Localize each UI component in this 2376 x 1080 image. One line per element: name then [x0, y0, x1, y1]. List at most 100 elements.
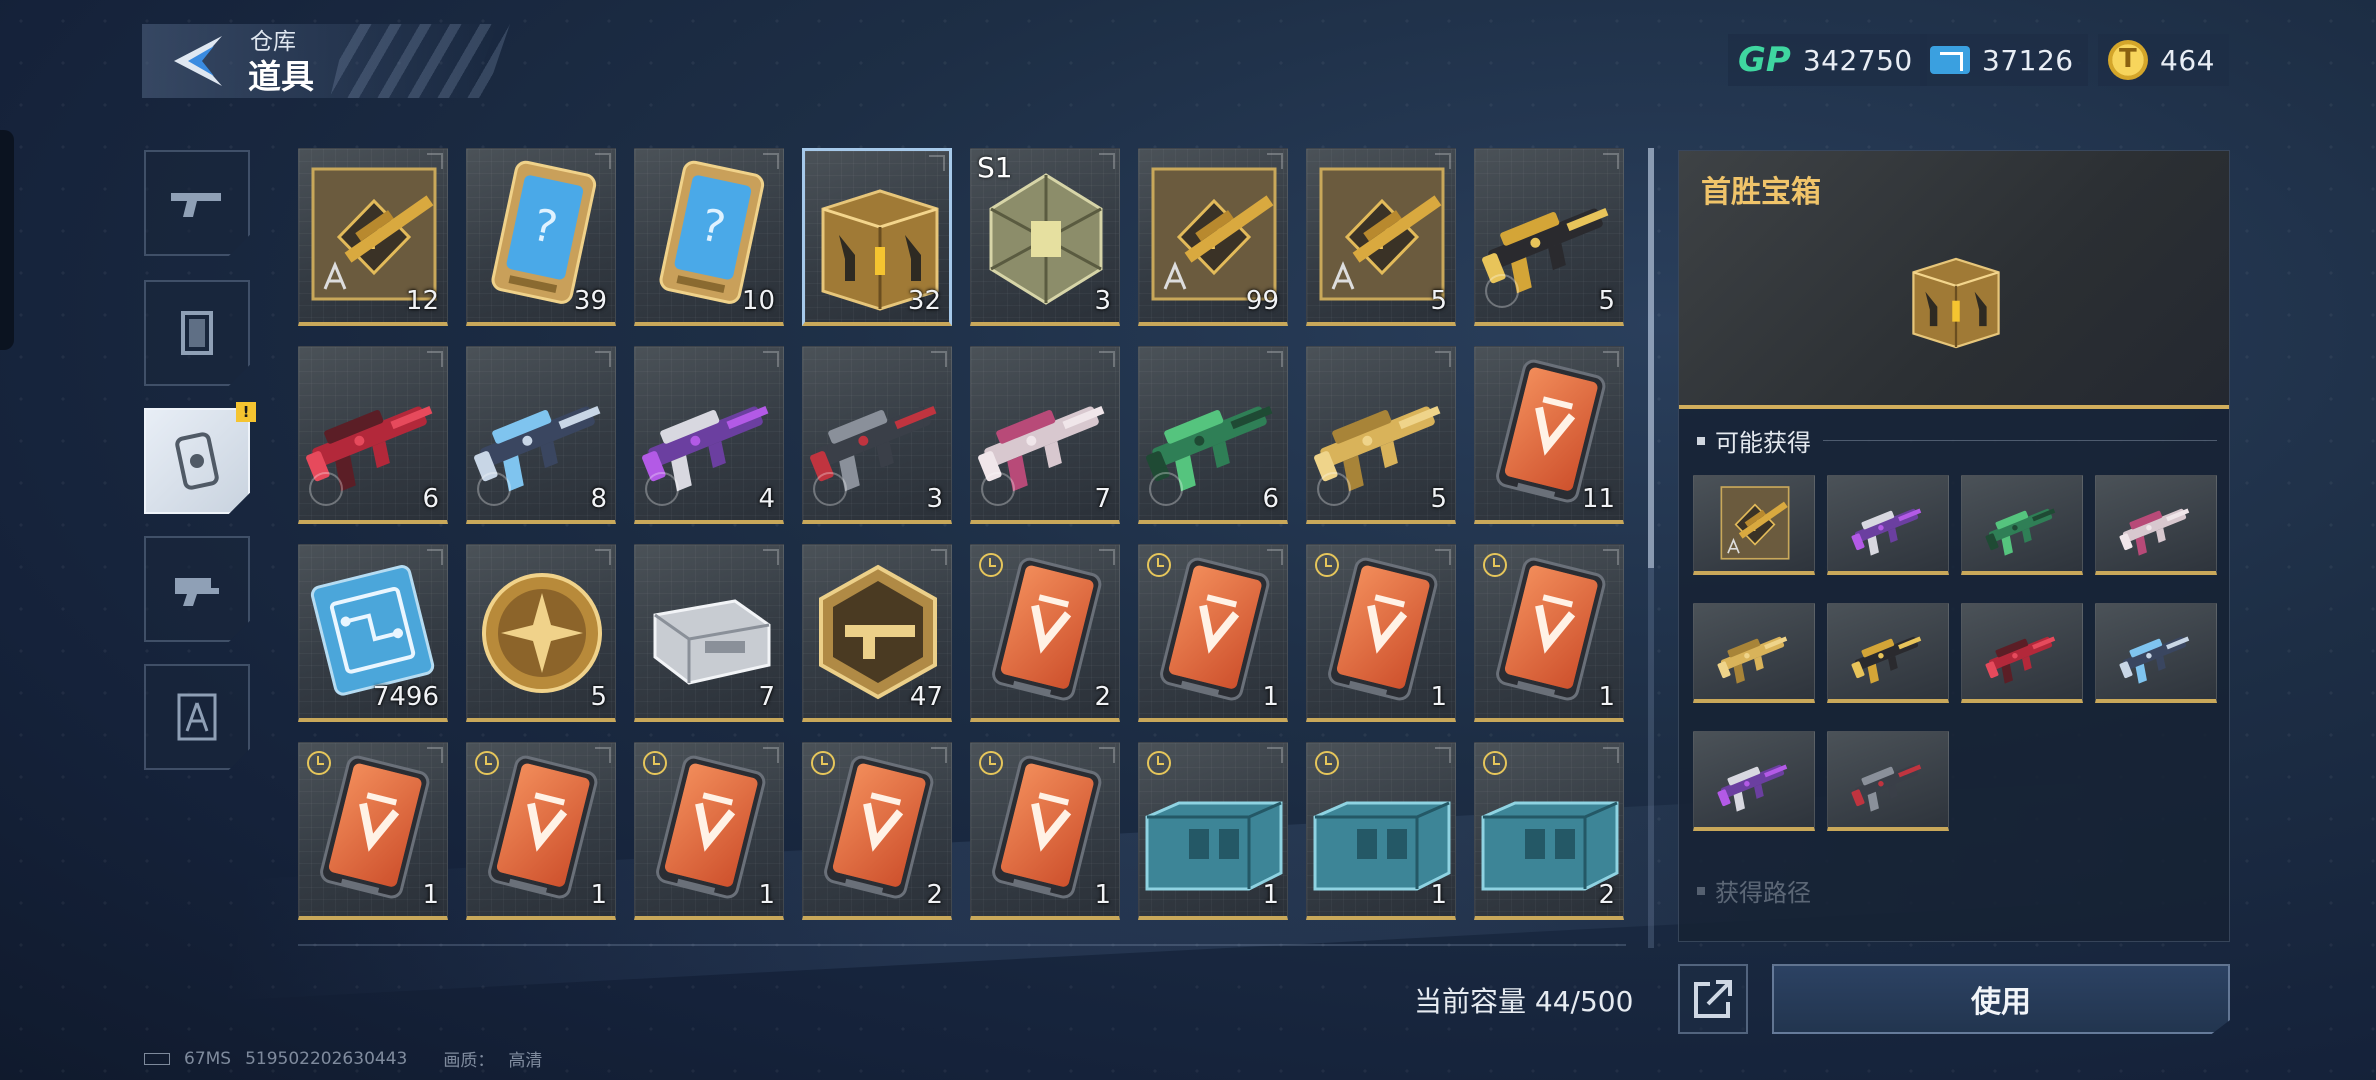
time-limit-icon [1317, 472, 1351, 506]
rifle-green-image [1962, 476, 2082, 571]
item-count: 6 [422, 484, 439, 514]
item-slot[interactable]: 1 [970, 742, 1120, 920]
item-grid-viewport[interactable]: ? 12 ? 39 ? 10 32 S13 [298, 148, 1628, 930]
item-count: 5 [1430, 484, 1447, 514]
item-slot[interactable]: ? 99 [1138, 148, 1288, 326]
source-heading: 获得路径 [1697, 873, 1811, 908]
reward-slot[interactable] [1827, 731, 1949, 831]
item-count: 2 [1598, 880, 1615, 910]
item-slot[interactable]: 2 [970, 544, 1120, 722]
reward-slot[interactable] [1961, 603, 2083, 703]
item-slot[interactable]: 6 [298, 346, 448, 524]
gun-icon [171, 193, 221, 217]
reward-slot[interactable] [1693, 603, 1815, 703]
clock-icon [475, 751, 499, 775]
capacity-text: 当前容量 44/500 [1414, 985, 1634, 1018]
category-tab-weapons[interactable] [144, 150, 250, 256]
clock-icon [643, 751, 667, 775]
item-count: 1 [1598, 682, 1615, 712]
currency-ticket-value: 37126 [1982, 43, 2074, 77]
rewards-heading-label: 可能获得 [1715, 429, 1811, 457]
blueprint-icon [177, 693, 217, 741]
item-slot[interactable]: 7 [634, 544, 784, 722]
item-count: 1 [1262, 682, 1279, 712]
item-slot[interactable]: 7496 [298, 544, 448, 722]
external-link-icon [1694, 980, 1732, 1018]
item-slot[interactable]: 2 [1474, 742, 1624, 920]
currency-ticket[interactable]: 37126 [1920, 34, 2088, 86]
item-slot[interactable]: 5 [1306, 346, 1456, 524]
item-count: 99 [1245, 286, 1279, 316]
reward-slot[interactable] [1693, 731, 1815, 831]
item-slot[interactable]: 4 [634, 346, 784, 524]
reward-slot[interactable] [1827, 603, 1949, 703]
blueprint-crate-image: ? [1694, 476, 1814, 571]
clock-icon [307, 751, 331, 775]
back-button[interactable] [170, 34, 228, 88]
scrollbar-thumb[interactable] [1648, 148, 1654, 568]
item-count: 7 [1094, 484, 1111, 514]
item-slot[interactable]: 11 [1474, 346, 1624, 524]
time-limit-icon [981, 472, 1015, 506]
category-tab-blueprints[interactable] [144, 664, 250, 770]
item-slot[interactable]: ? 12 [298, 148, 448, 326]
heading-rule [1823, 440, 2217, 441]
grid-divider [298, 944, 1626, 946]
item-slot[interactable]: 32 [802, 148, 952, 326]
rifle-gold-image [1694, 604, 1814, 699]
status-bar: 67MS 519502202630443 画质： 高清 [144, 1046, 542, 1071]
item-slot[interactable]: 3 [802, 346, 952, 524]
category-tab-attachments[interactable] [144, 536, 250, 642]
item-count: 12 [405, 286, 439, 316]
item-slot[interactable]: 1 [634, 742, 784, 920]
item-count: 7 [758, 682, 775, 712]
item-slot[interactable]: 1 [1138, 544, 1288, 722]
item-slot[interactable]: 2 [802, 742, 952, 920]
item-count: 11 [1581, 484, 1615, 514]
item-count: 3 [1094, 286, 1111, 316]
category-tab-items[interactable] [144, 408, 250, 514]
item-detail-panel: 首胜宝箱 可能获得 ? [1678, 150, 2230, 942]
possible-rewards-grid: ? [1693, 475, 2217, 831]
item-slot[interactable]: ? 5 [1306, 148, 1456, 326]
gun-part-icon [175, 578, 219, 606]
item-slot[interactable]: 8 [466, 346, 616, 524]
item-slot[interactable]: S1 3 [970, 148, 1120, 326]
item-slot[interactable]: 1 [466, 742, 616, 920]
reward-slot[interactable] [2095, 475, 2217, 575]
currency-gp[interactable]: GP 342750 [1728, 34, 1927, 86]
reward-slot[interactable] [2095, 603, 2217, 703]
item-slot[interactable]: 7 [970, 346, 1120, 524]
item-count: 1 [422, 880, 439, 910]
item-count: 5 [590, 682, 607, 712]
reward-slot[interactable]: ? [1693, 475, 1815, 575]
rifle-pink-image [2096, 476, 2216, 571]
item-slot[interactable]: 6 [1138, 346, 1288, 524]
item-slot[interactable]: 1 [1474, 544, 1624, 722]
clock-icon [1483, 751, 1507, 775]
item-slot[interactable]: 1 [1306, 544, 1456, 722]
item-count: 39 [573, 286, 607, 316]
time-limit-icon [477, 472, 511, 506]
reward-slot[interactable] [1961, 475, 2083, 575]
item-slot[interactable]: 5 [466, 544, 616, 722]
item-slot[interactable]: 1 [1138, 742, 1288, 920]
item-count: 5 [1598, 286, 1615, 316]
use-button[interactable]: 使用 [1772, 964, 2230, 1034]
category-tab-frames[interactable] [144, 280, 250, 386]
grid-scrollbar[interactable] [1648, 148, 1654, 948]
item-slot[interactable]: 47 [802, 544, 952, 722]
reward-slot[interactable] [1827, 475, 1949, 575]
item-slot[interactable]: 1 [1306, 742, 1456, 920]
item-slot[interactable]: 5 [1474, 148, 1624, 326]
item-slot[interactable]: 1 [298, 742, 448, 920]
header-stripes [330, 24, 510, 98]
item-slot[interactable]: ? 10 [634, 148, 784, 326]
currency-gold-value: 464 [2160, 43, 2215, 77]
item-slot[interactable]: ? 39 [466, 148, 616, 326]
currency-gold[interactable]: 464 [2098, 34, 2229, 86]
uid-text: 519502202630443 [245, 1048, 408, 1069]
share-button[interactable] [1678, 964, 1748, 1034]
source-heading-label: 获得路径 [1715, 879, 1811, 907]
side-drawer-handle[interactable] [0, 130, 14, 350]
